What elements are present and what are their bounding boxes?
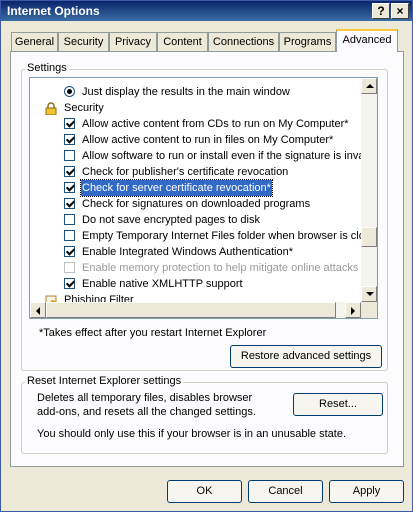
checkbox[interactable]: [64, 166, 75, 177]
setting-label: Empty Temporary Internet Files folder wh…: [82, 230, 365, 242]
tab-privacy[interactable]: Privacy: [109, 32, 157, 51]
close-button[interactable]: ×: [391, 3, 409, 19]
scroll-up-button[interactable]: [361, 78, 377, 94]
setting-label: Just display the results in the main win…: [82, 86, 290, 98]
setting-label-selected: Check for server certificate revocation*: [80, 179, 273, 197]
setting-label: Enable Integrated Windows Authentication…: [82, 246, 293, 258]
setting-label: Allow active content from CDs to run on …: [82, 118, 349, 130]
settings-group-label: Settings: [25, 62, 69, 74]
scroll-right-button[interactable]: [345, 302, 361, 318]
horizontal-scrollbar[interactable]: [30, 302, 361, 318]
tab-content[interactable]: Content: [157, 32, 208, 51]
radio-button[interactable]: [64, 86, 75, 97]
reset-warning: You should only use this if your browser…: [37, 428, 346, 440]
reset-description-line-1: Deletes all temporary files, disables br…: [37, 392, 253, 404]
checkbox[interactable]: [64, 230, 75, 241]
scroll-down-button[interactable]: [361, 286, 377, 302]
title-bar[interactable]: Internet Options ? ×: [1, 1, 412, 21]
setting-label: Do not save encrypted pages to disk: [82, 214, 260, 226]
category-label: Security: [64, 102, 104, 114]
internet-options-dialog: Internet Options ? × General Security Pr…: [0, 0, 413, 512]
apply-button[interactable]: Apply: [329, 480, 404, 503]
help-button[interactable]: ?: [372, 3, 390, 19]
arrow-right-icon: [351, 307, 355, 315]
vertical-scrollbar[interactable]: [361, 78, 377, 302]
vertical-scroll-thumb[interactable]: [361, 227, 377, 247]
window-title: Internet Options: [7, 4, 100, 18]
setting-label: Enable memory protection to help mitigat…: [82, 262, 359, 274]
tab-general[interactable]: General: [11, 32, 58, 51]
restart-note: *Takes effect after you restart Internet…: [39, 327, 267, 339]
ok-button[interactable]: OK: [167, 480, 242, 503]
tab-connections[interactable]: Connections: [208, 32, 279, 51]
tab-programs[interactable]: Programs: [279, 32, 336, 51]
scrollbar-corner: [361, 302, 377, 318]
setting-label: Check for signatures on downloaded progr…: [82, 198, 311, 210]
setting-label: Allow software to run or install even if…: [82, 150, 365, 162]
reset-button[interactable]: Reset...: [293, 393, 383, 416]
tab-security[interactable]: Security: [58, 32, 109, 51]
checkbox[interactable]: [64, 134, 75, 145]
reset-group-label: Reset Internet Explorer settings: [25, 375, 184, 387]
checkbox[interactable]: [64, 278, 75, 289]
lock-icon: [45, 102, 57, 115]
checkbox[interactable]: [64, 214, 75, 225]
checkbox[interactable]: [64, 150, 75, 161]
checkbox[interactable]: [64, 198, 75, 209]
arrow-left-icon: [36, 307, 40, 315]
checkbox[interactable]: [64, 118, 75, 129]
setting-label: Allow active content to run in files on …: [82, 134, 334, 146]
arrow-down-icon: [366, 292, 374, 296]
horizontal-scroll-thumb[interactable]: [46, 302, 336, 318]
cancel-button[interactable]: Cancel: [248, 480, 323, 503]
setting-label: Check for publisher's certificate revoca…: [82, 166, 289, 178]
checkbox[interactable]: [64, 182, 75, 193]
tab-advanced[interactable]: Advanced: [336, 29, 398, 52]
settings-tree[interactable]: Just display the results in the main win…: [29, 77, 378, 319]
restore-advanced-settings-button[interactable]: Restore advanced settings: [230, 345, 382, 368]
arrow-up-icon: [366, 84, 374, 88]
setting-label: Enable native XMLHTTP support: [82, 278, 243, 290]
reset-description-line-2: add-ons, and resets all the changed sett…: [37, 406, 256, 418]
checkbox[interactable]: [64, 246, 75, 257]
checkbox-disabled: [64, 262, 75, 273]
scroll-left-button[interactable]: [30, 302, 46, 318]
